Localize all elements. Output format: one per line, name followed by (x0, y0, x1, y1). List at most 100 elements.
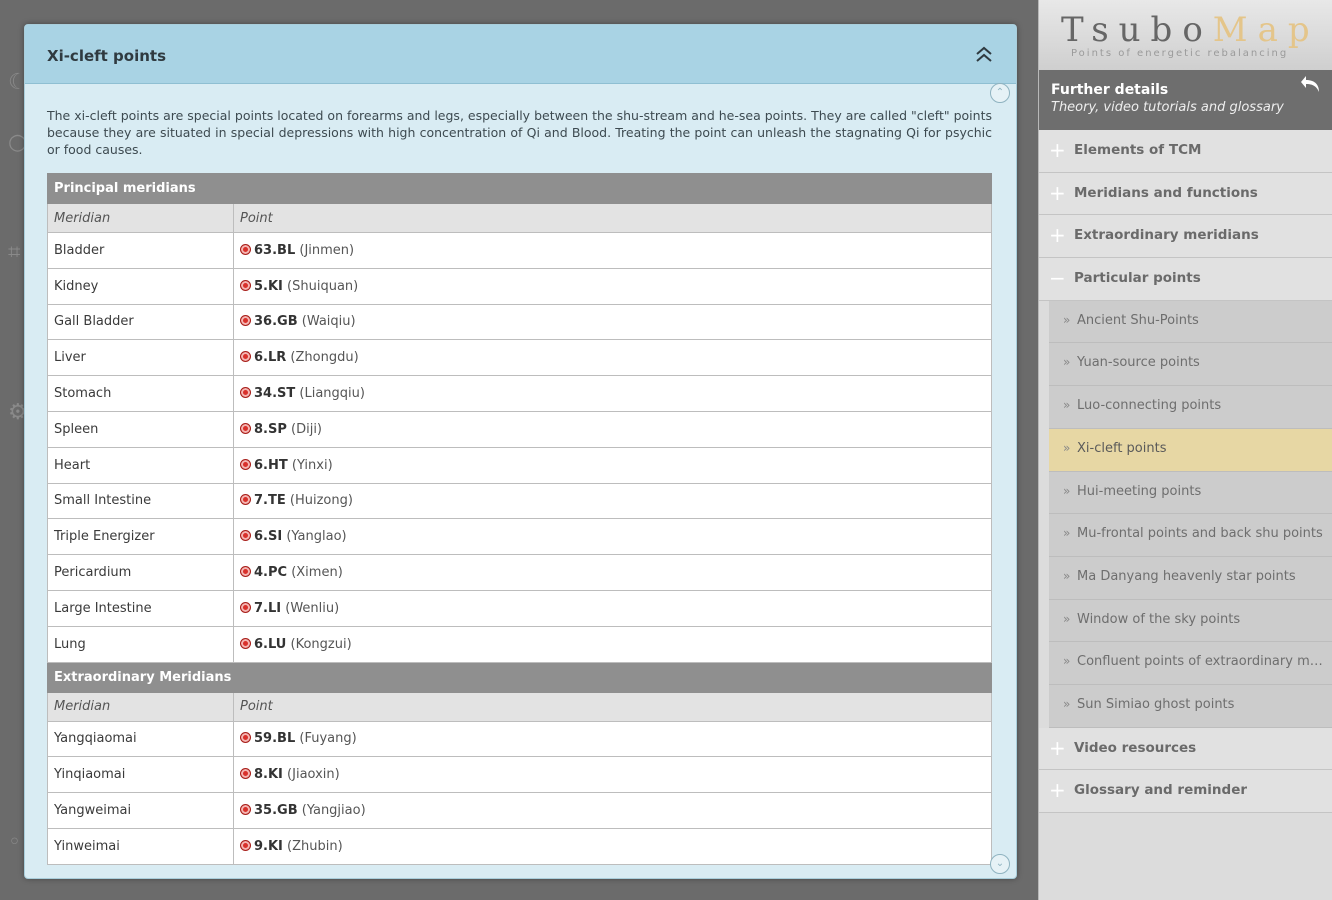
point-cell[interactable]: 7.LI (Wenliu) (233, 589, 992, 627)
submenu-item[interactable]: » Hui-meeting points (1049, 471, 1332, 515)
submenu-item-label: Hui-meeting points (1077, 483, 1202, 499)
point-code[interactable]: 8.KI (254, 767, 283, 782)
point-code[interactable]: 63.BL (254, 243, 295, 258)
table-row: Yangweimai 35.GB (Yangjiao) (47, 792, 992, 829)
column-header-row: Meridian Point (47, 691, 992, 722)
point-code[interactable]: 5.KI (254, 279, 283, 294)
submenu-item[interactable]: » Sun Simiao ghost points (1049, 684, 1332, 728)
point-code[interactable]: 6.SI (254, 529, 282, 544)
bullet-icon: » (1063, 355, 1071, 370)
submenu-item[interactable]: » Ancient Shu-Points (1049, 300, 1332, 344)
point-cell[interactable]: 34.ST (Liangqiu) (233, 375, 992, 412)
point-cell[interactable]: 6.LU (Kongzui) (233, 625, 992, 663)
point-cell[interactable]: 9.KI (Zhubin) (233, 827, 992, 865)
submenu-item[interactable]: » Window of the sky points (1049, 599, 1332, 643)
point-name: (Jinmen) (299, 242, 355, 258)
scroll-up-icon[interactable]: ⌃ (990, 83, 1010, 103)
menu-item[interactable]: + Elements of TCM (1039, 130, 1332, 173)
meridian-cell: Triple Energizer (47, 518, 234, 556)
collapse-up-icon[interactable] (974, 45, 994, 65)
table-row: Pericardium 4.PC (Ximen) (47, 554, 992, 591)
table-row: Small Intestine 7.TE (Huizong) (47, 482, 992, 520)
column-header-meridian: Meridian (47, 691, 234, 722)
meridian-cell: Large Intestine (47, 589, 234, 627)
back-arrow-icon[interactable] (1299, 72, 1323, 96)
meridian-table: Principal meridians Meridian Point Bladd… (47, 173, 992, 865)
plus-icon: + (1049, 778, 1066, 803)
point-name: (Kongzui) (290, 636, 352, 652)
details-subtitle: Theory, video tutorials and glossary (1051, 100, 1284, 115)
point-code[interactable]: 7.LI (254, 601, 281, 616)
table-row: Liver 6.LR (Zhongdu) (47, 339, 992, 377)
point-code[interactable]: 8.SP (254, 422, 287, 437)
menu-item[interactable]: + Video resources (1039, 727, 1332, 771)
submenu-item[interactable]: » Yuan-source points (1049, 343, 1332, 387)
sidebar-menu: + Elements of TCM + Meridians and functions… (1039, 130, 1332, 813)
menu-item[interactable]: − Particular points (1039, 258, 1332, 301)
sidebar: TsuboMap Points of energetic rebalancing… (1038, 0, 1332, 900)
point-code[interactable]: 6.LR (254, 350, 286, 365)
logo-word: Tsubo (1061, 10, 1213, 50)
point-marker-icon (240, 637, 251, 649)
details-title: Further details (1051, 82, 1169, 98)
menu-item[interactable]: + Meridians and functions (1039, 172, 1332, 216)
point-name: (Diji) (291, 421, 323, 437)
point-code[interactable]: 6.HT (254, 458, 288, 473)
point-code[interactable]: 59.BL (254, 731, 295, 746)
point-marker-icon (240, 566, 251, 578)
point-name: (Zhongdu) (290, 350, 359, 366)
info-icon[interactable]: ◦ (8, 830, 21, 855)
submenu-item[interactable]: » Mu-frontal points and back shu points (1049, 514, 1332, 557)
point-name: (Yanglao) (286, 529, 347, 545)
point-cell[interactable]: 63.BL (Jinmen) (233, 232, 992, 269)
point-cell[interactable]: 4.PC (Ximen) (233, 554, 992, 591)
point-cell[interactable]: 5.KI (Shuiquan) (233, 267, 992, 305)
point-marker-icon (240, 804, 251, 816)
point-cell[interactable]: 59.BL (Fuyang) (233, 720, 992, 758)
meridian-cell: Stomach (47, 375, 234, 412)
logo-tagline: Points of energetic rebalancing (1071, 48, 1289, 59)
point-code[interactable]: 34.ST (254, 386, 295, 401)
table-row: Heart 6.HT (Yinxi) (47, 446, 992, 484)
point-cell[interactable]: 36.GB (Waiqiu) (233, 303, 992, 341)
submenu-item[interactable]: » Luo-connecting points (1049, 386, 1332, 429)
point-code[interactable]: 9.KI (254, 839, 283, 854)
plus-icon: + (1049, 138, 1066, 162)
point-name: (Fuyang) (299, 731, 357, 747)
meridian-cell: Gall Bladder (47, 303, 234, 341)
bullet-icon: » (1063, 312, 1071, 327)
point-cell[interactable]: 6.SI (Yanglao) (233, 518, 992, 556)
table-row: Bladder 63.BL (Jinmen) (47, 232, 992, 269)
point-code[interactable]: 35.GB (254, 803, 298, 818)
meridian-cell: Bladder (47, 232, 234, 269)
scroll-down-icon[interactable]: ⌄ (990, 854, 1010, 874)
submenu-item-label: Window of the sky points (1077, 611, 1241, 627)
bullet-icon: » (1063, 440, 1071, 455)
submenu-item[interactable]: » Ma Danyang heavenly star points (1049, 556, 1332, 600)
menu-item[interactable]: + Glossary and reminder (1039, 770, 1332, 813)
meridian-cell: Small Intestine (47, 482, 234, 520)
menu-item[interactable]: + Extraordinary meridians (1039, 215, 1332, 259)
point-name: (Waiqiu) (301, 314, 356, 330)
person-icon[interactable]: ⌗ (8, 240, 20, 265)
table-row: Spleen 8.SP (Diji) (47, 410, 992, 448)
submenu-item-label: Sun Simiao ghost points (1077, 696, 1235, 712)
meridian-cell: Lung (47, 625, 234, 663)
point-cell[interactable]: 8.KI (Jiaoxin) (233, 756, 992, 794)
point-cell[interactable]: 8.SP (Diji) (233, 410, 992, 448)
point-code[interactable]: 6.LU (254, 637, 286, 652)
point-code[interactable]: 4.PC (254, 565, 287, 580)
point-name: (Liangqiu) (299, 386, 365, 402)
plus-icon: + (1049, 180, 1066, 205)
bullet-icon: » (1063, 483, 1071, 498)
submenu-item[interactable]: » Confluent points of extraordinary merid… (1049, 642, 1332, 685)
point-cell[interactable]: 6.HT (Yinxi) (233, 446, 992, 484)
logo: TsuboMap Points of energetic rebalancing (1039, 0, 1332, 70)
point-cell[interactable]: 35.GB (Yangjiao) (233, 792, 992, 829)
point-cell[interactable]: 6.LR (Zhongdu) (233, 339, 992, 377)
submenu-item[interactable]: » Xi-cleft points (1049, 428, 1332, 472)
point-code[interactable]: 7.TE (254, 493, 286, 508)
meridian-cell: Yinqiaomai (47, 756, 234, 794)
point-cell[interactable]: 7.TE (Huizong) (233, 482, 992, 520)
point-code[interactable]: 36.GB (254, 314, 298, 329)
